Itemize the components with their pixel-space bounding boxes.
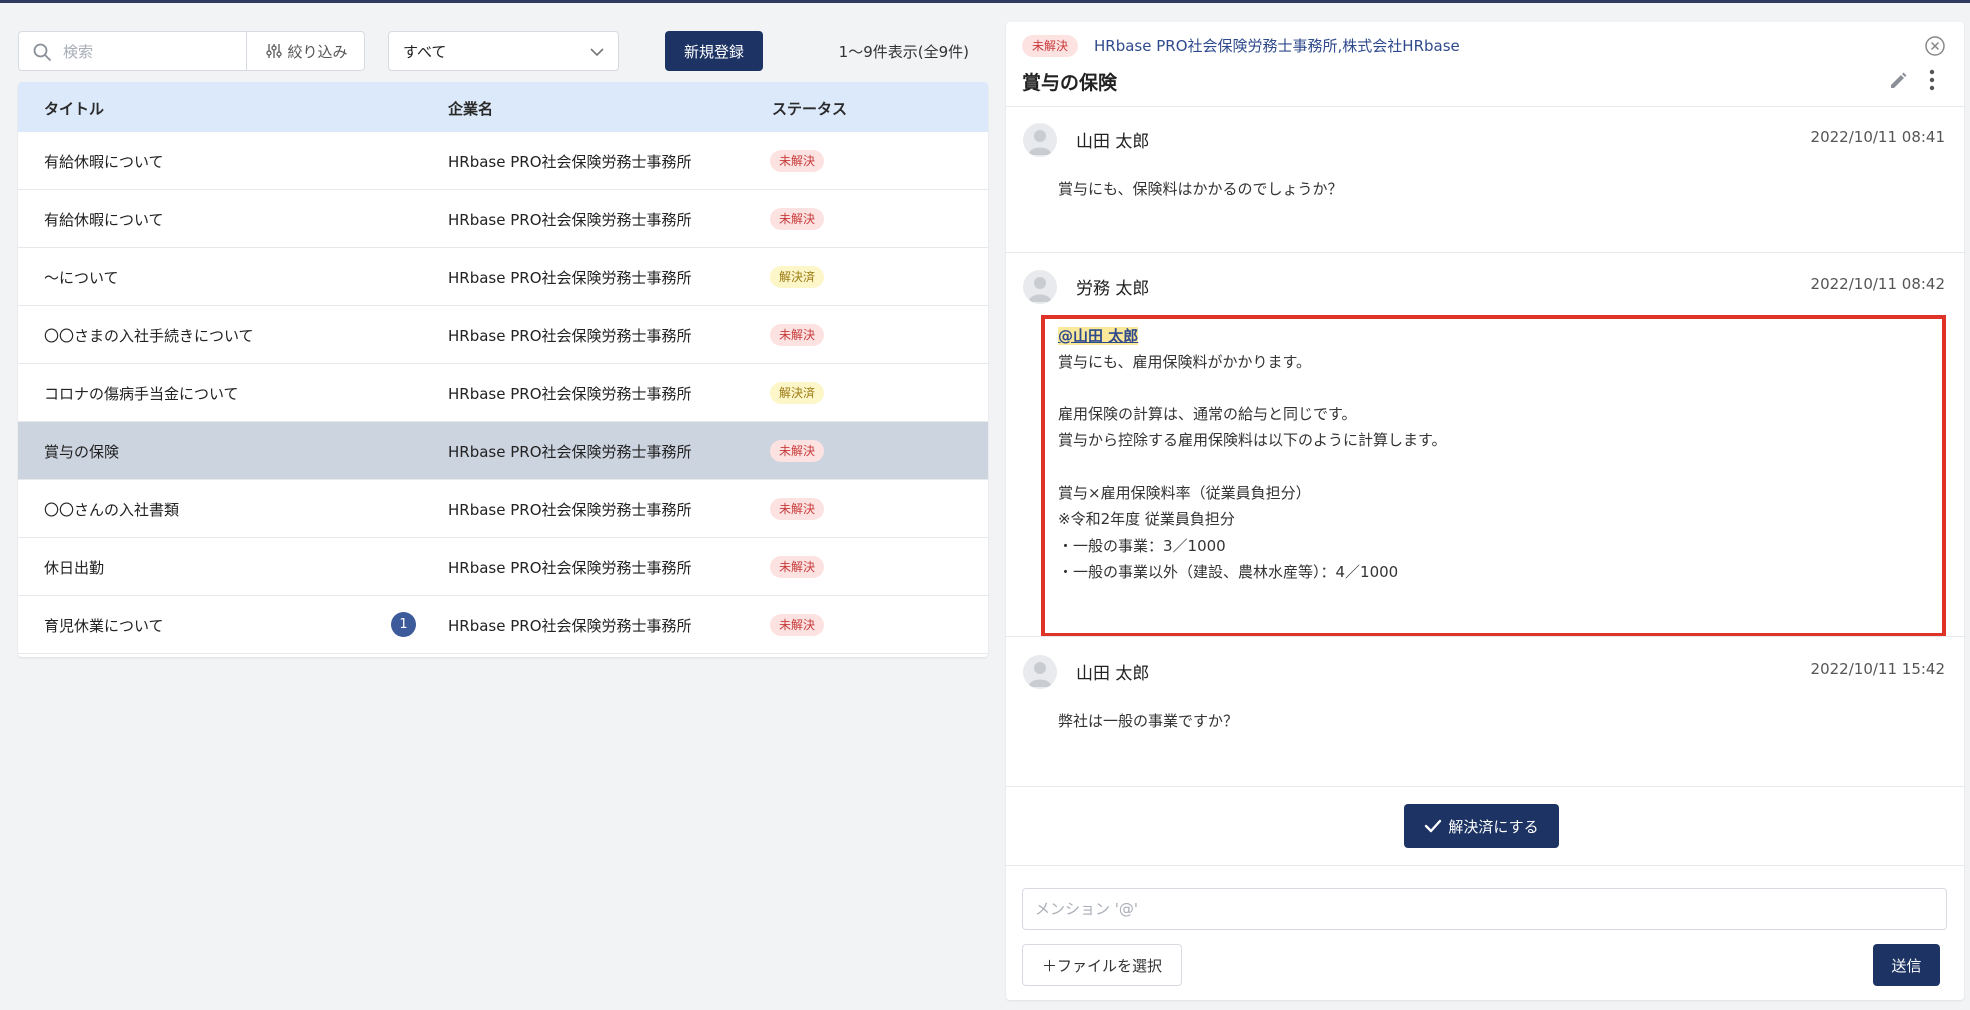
row-title: 有給休暇について — [44, 153, 164, 171]
status-badge: 未解決 — [770, 324, 825, 346]
filter-button[interactable]: 絞り込み — [246, 32, 366, 70]
search-box: 絞り込み — [18, 31, 365, 71]
status-badge: 解決済 — [770, 266, 825, 288]
resolve-button[interactable]: 解決済にする — [1404, 804, 1559, 848]
search-input[interactable] — [61, 33, 265, 71]
table-row[interactable]: 有給休暇について HRbase PRO社会保険労務士事務所 未解決 — [18, 190, 988, 248]
row-company: HRbase PRO社会保険労務士事務所 — [448, 617, 692, 635]
message-divider — [1006, 636, 1964, 637]
message-time: 2022/10/11 08:42 — [1810, 275, 1945, 293]
row-company: HRbase PRO社会保険労務士事務所 — [448, 269, 692, 287]
result-count: 1～9件表示(全9件) — [838, 43, 969, 61]
detail-companies: HRbase PRO社会保険労務士事務所,株式会社HRbase — [1094, 35, 1460, 57]
column-header-status: ステータス — [772, 100, 848, 118]
resolve-button-label: 解決済にする — [1448, 817, 1539, 836]
composer-divider — [1006, 865, 1964, 866]
table-row[interactable]: 育児休業について 1 HRbase PRO社会保険労務士事務所 未解決 — [18, 596, 988, 654]
status-badge: 未解決 — [770, 208, 825, 230]
detail-panel: 未解決 HRbase PRO社会保険労務士事務所,株式会社HRbase 賞与の保… — [1006, 22, 1964, 1000]
table-row[interactable]: 賞与の保険 HRbase PRO社会保険労務士事務所 未解決 — [18, 422, 988, 480]
header-divider — [1006, 106, 1964, 107]
user-avatar-icon — [1028, 130, 1052, 155]
table-row[interactable]: 休日出勤 HRbase PRO社会保険労務士事務所 未解決 — [18, 538, 988, 596]
user-avatar-icon — [1028, 277, 1052, 302]
table-header: タイトル 企業名 ステータス — [18, 82, 988, 132]
mention-input[interactable] — [1022, 888, 1947, 930]
highlight-annotation-box — [1041, 315, 1946, 637]
message-author: 山田 太郎 — [1076, 132, 1150, 152]
row-title: 育児休業について — [44, 617, 164, 635]
table-row[interactable]: 〇〇さんの入社書類 HRbase PRO社会保険労務士事務所 未解決 — [18, 480, 988, 538]
status-badge: 解決済 — [770, 382, 825, 404]
filter-sliders-icon — [266, 44, 283, 58]
chevron-down-icon — [590, 48, 604, 57]
user-avatar-icon — [1028, 662, 1052, 687]
column-header-company: 企業名 — [448, 100, 494, 118]
detail-title: 賞与の保険 — [1022, 72, 1118, 94]
row-company: HRbase PRO社会保険労務士事務所 — [448, 211, 692, 229]
more-vertical-icon[interactable] — [1925, 68, 1939, 92]
status-badge: 未解決 — [770, 440, 825, 462]
table-row[interactable]: 〇〇さまの入社手続きについて HRbase PRO社会保険労務士事務所 未解決 — [18, 306, 988, 364]
row-company: HRbase PRO社会保険労務士事務所 — [448, 559, 692, 577]
row-title: 〜について — [44, 269, 119, 287]
table-row[interactable]: 〜について HRbase PRO社会保険労務士事務所 解決済 — [18, 248, 988, 306]
message-author: 山田 太郎 — [1076, 664, 1150, 684]
inquiry-table: タイトル 企業名 ステータス 有給休暇について HRbase PRO社会保険労務士… — [18, 82, 988, 657]
row-title: 〇〇さまの入社手続きについて — [44, 327, 254, 345]
status-badge: 未解決 — [770, 556, 825, 578]
edit-pencil-icon[interactable] — [1887, 70, 1909, 92]
top-accent-bar — [0, 0, 1970, 3]
search-icon — [33, 43, 51, 61]
status-badge: 未解決 — [770, 614, 825, 636]
status-badge: 未解決 — [770, 498, 825, 520]
close-icon[interactable] — [1923, 34, 1947, 58]
detail-status-badge: 未解決 — [1022, 35, 1079, 57]
table-row[interactable]: コロナの傷病手当金について HRbase PRO社会保険労務士事務所 解決済 — [18, 364, 988, 422]
company-link-1[interactable]: HRbase PRO社会保険労務士事務所 — [1094, 37, 1338, 55]
send-button[interactable]: 送信 — [1873, 944, 1940, 986]
status-select[interactable]: すべて — [388, 31, 619, 71]
row-company: HRbase PRO社会保険労務士事務所 — [448, 443, 692, 461]
message-time: 2022/10/11 15:42 — [1810, 660, 1945, 678]
row-company: HRbase PRO社会保険労務士事務所 — [448, 385, 692, 403]
message-text: 賞与にも、保険料はかかるのでしょうか？ — [1058, 180, 1343, 198]
message-author: 労務 太郎 — [1076, 279, 1150, 299]
row-title: 休日出勤 — [44, 559, 105, 577]
new-register-button[interactable]: 新規登録 — [665, 31, 763, 71]
message-divider — [1006, 786, 1964, 787]
row-title: 有給休暇について — [44, 211, 164, 229]
message-time: 2022/10/11 08:41 — [1810, 128, 1945, 146]
message-text: 弊社は一般の事業ですか？ — [1058, 712, 1239, 730]
avatar — [1023, 270, 1057, 304]
company-link-2[interactable]: 株式会社HRbase — [1342, 37, 1459, 55]
status-select-value: すべて — [403, 42, 447, 61]
table-row[interactable]: 有給休暇について HRbase PRO社会保険労務士事務所 未解決 — [18, 132, 988, 190]
avatar — [1023, 655, 1057, 689]
row-title: 賞与の保険 — [44, 443, 120, 461]
row-title: コロナの傷病手当金について — [44, 385, 239, 403]
select-file-button[interactable]: ＋ファイルを選択 — [1022, 944, 1182, 986]
row-company: HRbase PRO社会保険労務士事務所 — [448, 327, 692, 345]
avatar — [1023, 123, 1057, 157]
column-header-title: タイトル — [44, 100, 105, 118]
check-icon — [1425, 819, 1442, 833]
row-title: 〇〇さんの入社書類 — [44, 501, 180, 519]
filter-label: 絞り込み — [287, 42, 348, 61]
status-badge: 未解決 — [770, 150, 825, 172]
message-divider — [1006, 252, 1964, 253]
row-company: HRbase PRO社会保険労務士事務所 — [448, 501, 692, 519]
unread-count-badge: 1 — [391, 612, 416, 637]
row-company: HRbase PRO社会保険労務士事務所 — [448, 153, 692, 171]
